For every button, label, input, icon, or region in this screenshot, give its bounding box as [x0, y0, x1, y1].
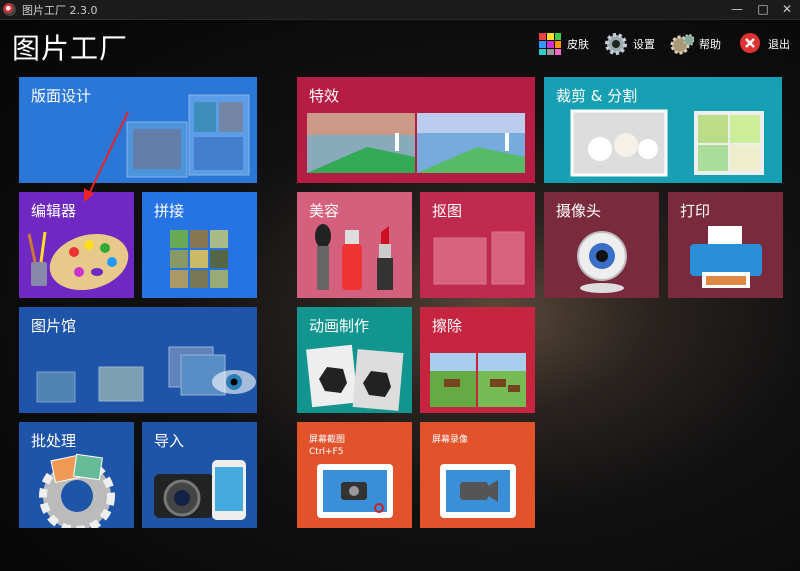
- palette-grid-icon: [539, 33, 561, 55]
- tile-screen-record[interactable]: 屏幕录像: [420, 422, 535, 528]
- gears-help-icon: [670, 34, 694, 55]
- tile-collage-label: 拼接: [154, 202, 185, 220]
- app-title: 图片工厂: [12, 32, 129, 65]
- tile-screenshot-label: 屏幕截图 Ctrl+F5: [309, 434, 345, 458]
- tile-layout-design[interactable]: 版面设计: [19, 77, 257, 183]
- skin-button[interactable]: 皮肤: [538, 30, 589, 58]
- tile-collage[interactable]: 拼接: [142, 192, 257, 298]
- tile-animation-label: 动画制作: [309, 317, 370, 335]
- annotation-arrow-icon: [84, 111, 129, 202]
- minimize-button[interactable]: —: [726, 1, 748, 17]
- tile-erase-label: 擦除: [432, 317, 463, 335]
- screenshot-hotkey: Ctrl+F5: [309, 447, 344, 457]
- settings-button[interactable]: 设置: [604, 30, 655, 58]
- tile-import[interactable]: 导入: [142, 422, 257, 528]
- tile-editor[interactable]: 编辑器: [19, 192, 134, 298]
- tile-effects[interactable]: 特效: [297, 77, 535, 183]
- tile-print-label: 打印: [680, 202, 711, 220]
- window-titlebar: 图片工厂 2.3.0 — □ ✕: [0, 0, 800, 20]
- help-button[interactable]: 帮助: [670, 30, 721, 58]
- close-button[interactable]: ✕: [776, 1, 798, 17]
- tile-gallery[interactable]: 图片馆: [19, 307, 257, 413]
- exit-button[interactable]: 退出: [739, 30, 790, 58]
- screenshot-title: 屏幕截图: [309, 435, 346, 445]
- tile-effects-label: 特效: [309, 87, 340, 105]
- tile-import-label: 导入: [154, 432, 185, 450]
- close-circle-icon: [740, 33, 760, 53]
- tile-print[interactable]: 打印: [668, 192, 783, 298]
- app-logo-icon: [3, 3, 16, 16]
- tile-screenshot[interactable]: 屏幕截图 Ctrl+F5: [297, 422, 412, 528]
- help-label: 帮助: [699, 38, 721, 51]
- tile-batch-label: 批处理: [31, 432, 77, 450]
- gear-icon: [605, 33, 627, 55]
- settings-label: 设置: [633, 38, 655, 51]
- tile-camera[interactable]: 摄像头: [544, 192, 659, 298]
- tile-camera-label: 摄像头: [556, 202, 602, 220]
- tile-beauty[interactable]: 美容: [297, 192, 412, 298]
- window-title: 图片工厂 2.3.0: [22, 4, 98, 17]
- tile-beauty-label: 美容: [309, 202, 340, 220]
- tile-cutout[interactable]: 抠图: [420, 192, 535, 298]
- tile-screen-record-label: 屏幕录像: [432, 435, 469, 445]
- tile-erase[interactable]: 擦除: [420, 307, 535, 413]
- skin-label: 皮肤: [567, 38, 589, 51]
- tile-cutout-label: 抠图: [432, 202, 463, 220]
- tile-gallery-label: 图片馆: [31, 317, 77, 335]
- exit-label: 退出: [768, 38, 790, 51]
- tile-batch[interactable]: 批处理: [19, 422, 134, 528]
- tile-editor-label: 编辑器: [31, 202, 77, 220]
- maximize-button[interactable]: □: [752, 1, 774, 17]
- tile-crop-split[interactable]: 裁剪 & 分割: [544, 77, 782, 183]
- tile-animation[interactable]: 动画制作: [297, 307, 412, 413]
- tile-crop-split-label: 裁剪 & 分割: [556, 87, 638, 105]
- tile-layout-design-label: 版面设计: [31, 87, 92, 105]
